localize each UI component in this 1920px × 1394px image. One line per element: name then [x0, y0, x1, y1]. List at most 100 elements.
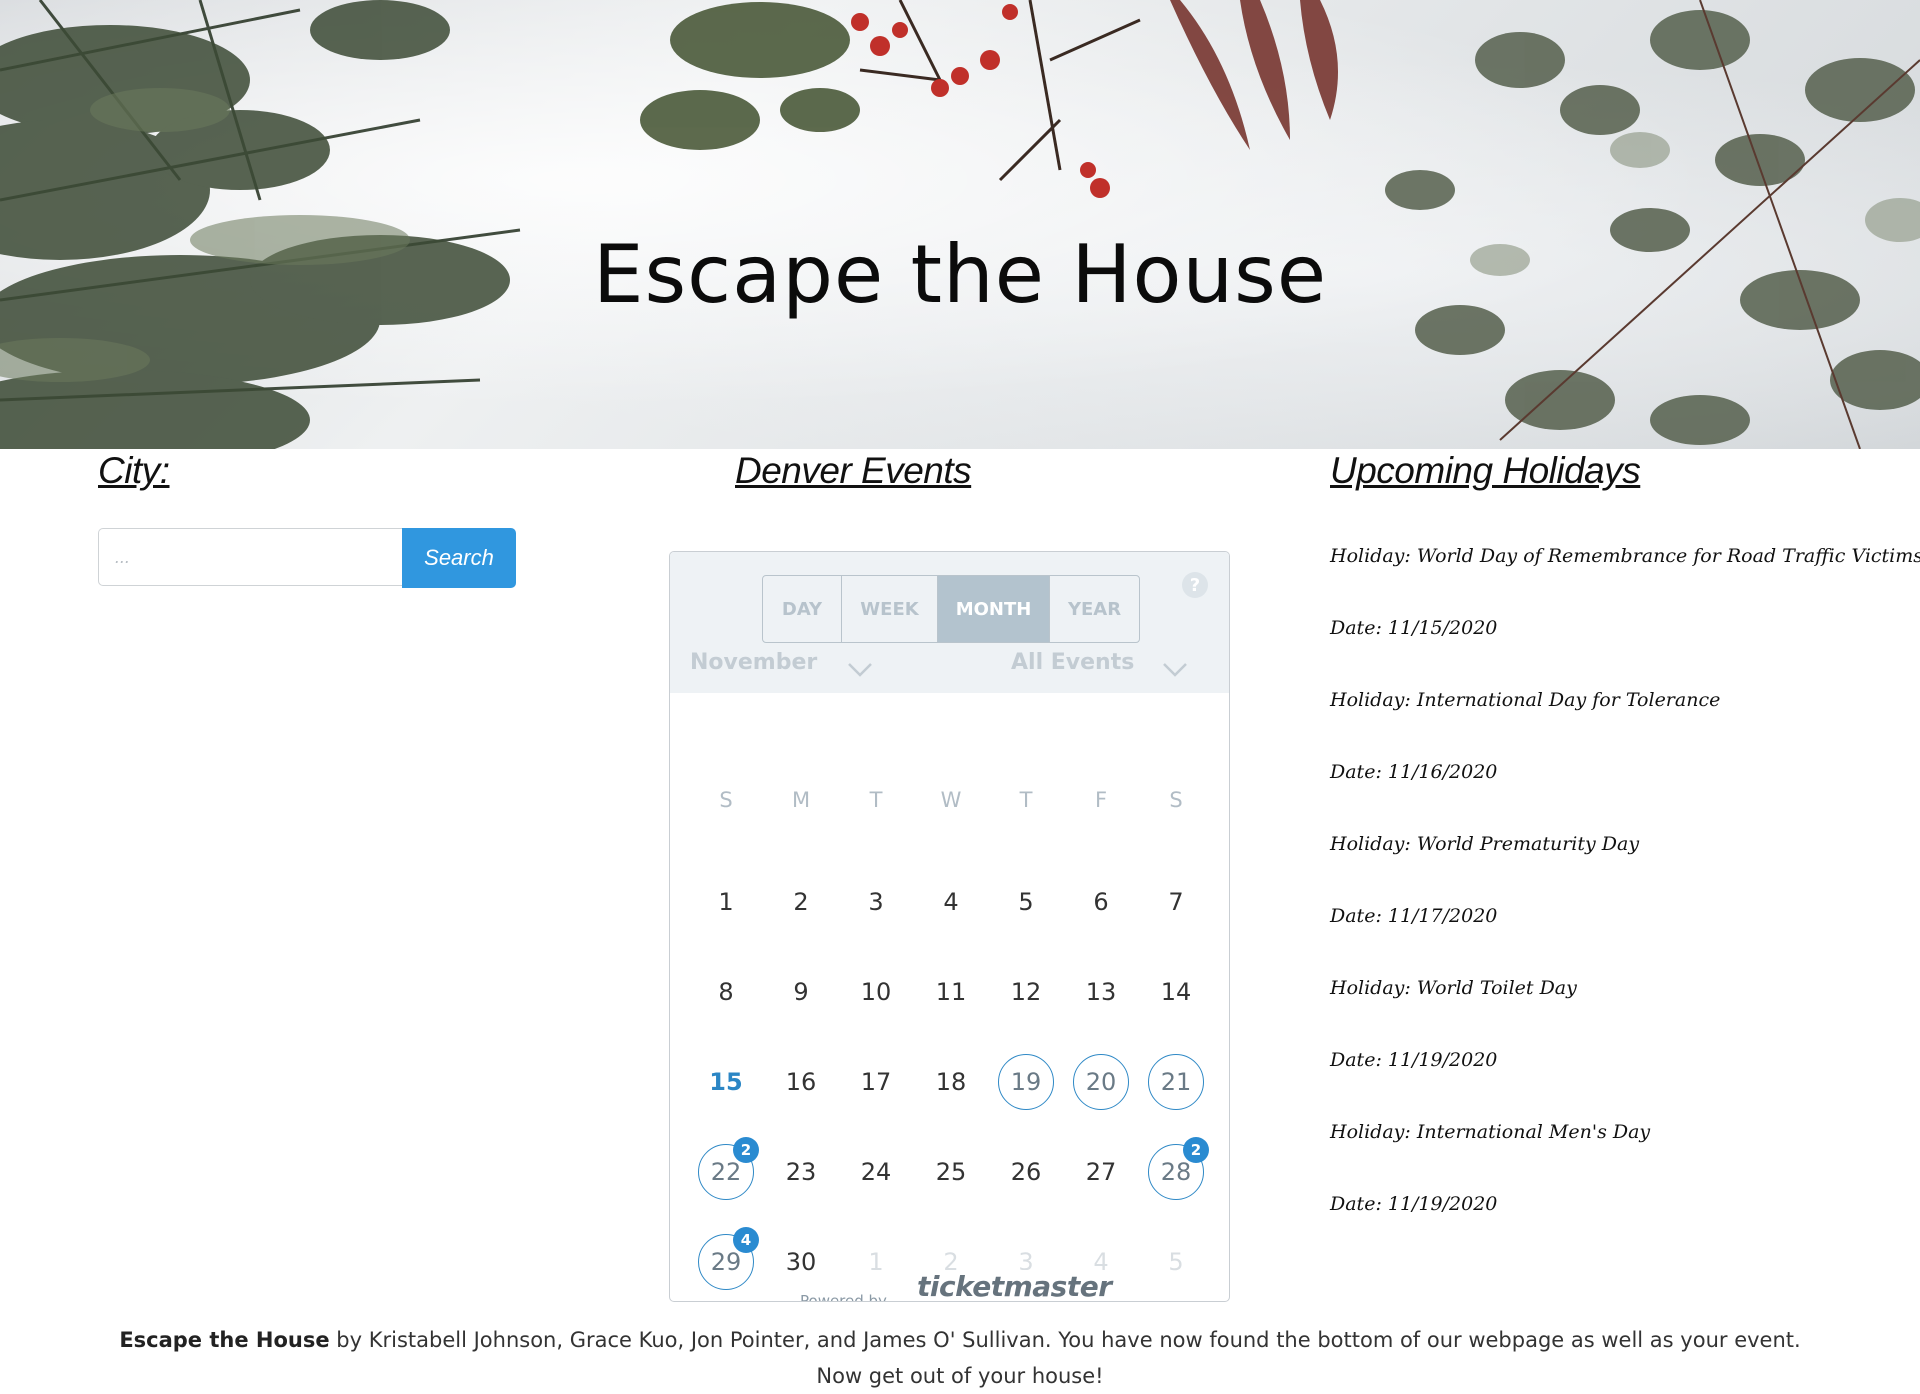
calendar-day[interactable]: 4 — [923, 874, 979, 930]
day-number: 23 — [785, 1158, 817, 1186]
day-number: 11 — [935, 978, 967, 1006]
view-switcher: DAY WEEK MONTH YEAR — [762, 575, 1140, 643]
calendar-day[interactable]: 18 — [923, 1054, 979, 1110]
event-count-badge: 2 — [733, 1137, 759, 1163]
day-number: 20 — [1085, 1068, 1117, 1096]
holiday-date: Date: 11/17/2020 — [1330, 905, 1498, 927]
calendar-day[interactable]: 30 — [773, 1234, 829, 1290]
calendar-day-with-events[interactable]: 28 2 — [1148, 1137, 1209, 1200]
day-number: 18 — [935, 1068, 967, 1096]
calendar-day[interactable]: 10 — [848, 964, 904, 1020]
day-number: 5 — [1018, 888, 1034, 916]
day-number: 17 — [860, 1068, 892, 1096]
powered-by-label: Powered by — [800, 1292, 887, 1302]
calendar-day[interactable]: 6 — [1073, 874, 1129, 930]
holiday-name: Holiday: World Toilet Day — [1330, 977, 1577, 999]
calendar-day[interactable]: 11 — [923, 964, 979, 1020]
chevron-down-icon[interactable] — [847, 662, 873, 678]
day-number: 26 — [1010, 1158, 1042, 1186]
weekday-label: T — [869, 788, 883, 812]
day-number: 1 — [868, 1248, 884, 1276]
day-number: 25 — [935, 1158, 967, 1186]
day-number: 22 — [710, 1158, 742, 1186]
chevron-down-icon[interactable] — [1162, 662, 1188, 678]
calendar-day[interactable]: 24 — [848, 1144, 904, 1200]
city-search-input[interactable] — [98, 528, 402, 586]
calendar-day[interactable]: 25 — [923, 1144, 979, 1200]
search-button[interactable]: Search — [402, 528, 516, 588]
calendar-day[interactable]: 7 — [1148, 874, 1204, 930]
city-search: Search — [98, 528, 518, 588]
site-title: Escape the House — [592, 228, 1328, 321]
calendar-day-with-events[interactable]: 20 — [1073, 1054, 1129, 1110]
day-number: 16 — [785, 1068, 817, 1096]
holiday-date: Date: 11/16/2020 — [1330, 761, 1498, 783]
holiday-name: Holiday: International Men's Day — [1330, 1121, 1651, 1143]
events-heading: Denver Events — [735, 450, 972, 491]
weekday-label: S — [719, 788, 733, 812]
calendar-day[interactable]: 23 — [773, 1144, 829, 1200]
calendar-day-with-events[interactable]: 21 — [1148, 1054, 1204, 1110]
calendar-day[interactable]: 17 — [848, 1054, 904, 1110]
day-number: 21 — [1160, 1068, 1192, 1096]
calendar-day[interactable]: 5 — [998, 874, 1054, 930]
holiday-name: Holiday: World Day of Remembrance for Ro… — [1330, 545, 1920, 567]
tab-year[interactable]: YEAR — [1050, 576, 1139, 642]
ticketmaster-logo[interactable]: ticketmaster — [913, 1270, 1116, 1301]
footer-brand: Escape the House — [119, 1328, 330, 1352]
day-number: 6 — [1093, 888, 1109, 916]
calendar-toolbar: DAY WEEK MONTH YEAR ? November All Event… — [670, 552, 1229, 693]
hero-foliage-image — [0, 0, 1920, 449]
city-heading: City: — [98, 450, 170, 491]
calendar-day[interactable]: 5 — [1148, 1234, 1204, 1290]
weekday-label: M — [791, 788, 811, 812]
holiday-date: Date: 11/15/2020 — [1330, 617, 1498, 639]
month-dropdown[interactable]: November — [690, 650, 817, 675]
event-filter-dropdown[interactable]: All Events — [1011, 650, 1134, 675]
day-number: 28 — [1160, 1158, 1192, 1186]
tab-month[interactable]: MONTH — [938, 576, 1050, 642]
day-number: 14 — [1160, 978, 1192, 1006]
tab-week[interactable]: WEEK — [842, 576, 938, 642]
calendar-day[interactable]: 14 — [1148, 964, 1204, 1020]
day-number: 7 — [1168, 888, 1184, 916]
weekday-label: F — [1094, 788, 1108, 812]
calendar-day[interactable]: 3 — [848, 874, 904, 930]
calendar-day[interactable]: 1 — [848, 1234, 904, 1290]
calendar-day[interactable]: 2 — [773, 874, 829, 930]
day-number: 24 — [860, 1158, 892, 1186]
day-number: 5 — [1168, 1248, 1184, 1276]
day-number: 8 — [718, 978, 734, 1006]
day-number: 3 — [868, 888, 884, 916]
holiday-name: Holiday: International Day for Tolerance — [1330, 689, 1721, 711]
hero-banner: Escape the House — [0, 0, 1920, 449]
calendar-day[interactable]: 13 — [1073, 964, 1129, 1020]
calendar-day[interactable]: 16 — [773, 1054, 829, 1110]
calendar-day[interactable]: 27 — [1073, 1144, 1129, 1200]
ticketmaster-calendar-widget: DAY WEEK MONTH YEAR ? November All Event… — [669, 551, 1230, 1302]
calendar-day[interactable]: 9 — [773, 964, 829, 1020]
help-icon[interactable]: ? — [1182, 572, 1208, 598]
footer-line-2: Now get out of your house! — [816, 1364, 1104, 1388]
day-number: 1 — [718, 888, 734, 916]
day-number: 19 — [1010, 1068, 1042, 1096]
calendar-day[interactable]: 26 — [998, 1144, 1054, 1200]
tab-day[interactable]: DAY — [763, 576, 842, 642]
footer-credits: by Kristabell Johnson, Grace Kuo, Jon Po… — [329, 1328, 1801, 1352]
footer-line-1: Escape the House by Kristabell Johnson, … — [0, 1322, 1920, 1358]
footer: Escape the House by Kristabell Johnson, … — [0, 1322, 1920, 1394]
calendar-day[interactable]: 1 — [698, 874, 754, 930]
calendar-day-with-events[interactable]: 19 — [998, 1054, 1054, 1110]
event-count-badge: 4 — [733, 1227, 759, 1253]
day-number: 29 — [710, 1248, 742, 1276]
calendar-day-today[interactable]: 15 — [698, 1054, 754, 1110]
day-number: 12 — [1010, 978, 1042, 1006]
day-number: 15 — [709, 1068, 743, 1096]
calendar-day-with-events[interactable]: 22 2 — [698, 1137, 759, 1200]
holiday-name: Holiday: World Prematurity Day — [1330, 833, 1640, 855]
calendar-day-with-events[interactable]: 29 4 — [698, 1227, 759, 1290]
calendar-day[interactable]: 12 — [998, 964, 1054, 1020]
calendar-day[interactable]: 8 — [698, 964, 754, 1020]
day-number: 4 — [943, 888, 959, 916]
holiday-date: Date: 11/19/2020 — [1330, 1049, 1498, 1071]
